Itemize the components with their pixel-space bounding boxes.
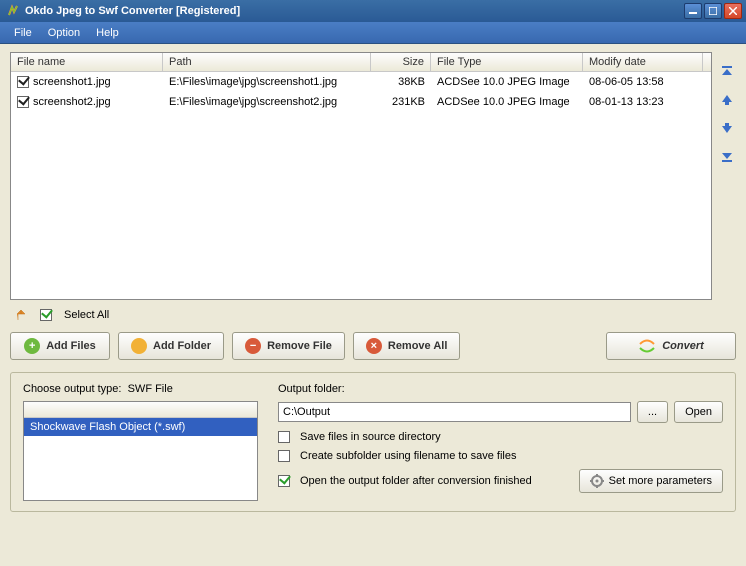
gear-icon xyxy=(590,474,604,488)
type-list-header xyxy=(24,402,257,418)
move-top-button[interactable] xyxy=(719,64,735,80)
minimize-button[interactable] xyxy=(684,3,702,19)
more-parameters-button[interactable]: Set more parameters xyxy=(579,469,723,493)
cell-type: ACDSee 10.0 JPEG Image xyxy=(431,74,583,90)
output-folder-label: Output folder: xyxy=(278,383,723,395)
open-folder-button[interactable]: Open xyxy=(674,401,723,423)
remove-file-button[interactable]: −Remove File xyxy=(232,332,345,360)
menu-help[interactable]: Help xyxy=(88,25,127,41)
cell-date: 08-01-13 13:23 xyxy=(583,94,703,110)
menu-file[interactable]: File xyxy=(6,25,40,41)
subfolder-label: Create subfolder using filename to save … xyxy=(300,450,516,462)
save-source-label: Save files in source directory xyxy=(300,431,441,443)
move-up-button[interactable] xyxy=(719,92,735,108)
convert-icon xyxy=(638,339,656,353)
move-down-button[interactable] xyxy=(719,120,735,136)
menu-bar: File Option Help xyxy=(0,22,746,44)
reorder-buttons xyxy=(718,52,736,300)
close-button[interactable] xyxy=(724,3,742,19)
remove-all-button[interactable]: ×Remove All xyxy=(353,332,461,360)
title-bar: Okdo Jpeg to Swf Converter [Registered] xyxy=(0,0,746,22)
cell-name: screenshot2.jpg xyxy=(33,96,111,108)
add-files-button[interactable]: +Add Files xyxy=(10,332,110,360)
app-icon xyxy=(6,4,20,18)
cell-size: 38KB xyxy=(371,74,431,90)
cell-type: ACDSee 10.0 JPEG Image xyxy=(431,94,583,110)
convert-button[interactable]: Convert xyxy=(606,332,736,360)
col-size[interactable]: Size xyxy=(371,53,431,71)
list-row[interactable]: screenshot2.jpg E:\Files\image\jpg\scree… xyxy=(11,92,711,112)
subfolder-checkbox[interactable] xyxy=(278,450,290,462)
output-type-list[interactable]: Shockwave Flash Object (*.swf) xyxy=(23,401,258,501)
open-after-label: Open the output folder after conversion … xyxy=(300,475,532,487)
type-list-item[interactable]: Shockwave Flash Object (*.swf) xyxy=(24,418,257,436)
col-name[interactable]: File name xyxy=(11,53,163,71)
file-list[interactable]: File name Path Size File Type Modify dat… xyxy=(10,52,712,300)
select-all-label: Select All xyxy=(64,309,109,321)
browse-button[interactable]: ... xyxy=(637,401,668,423)
open-after-checkbox[interactable] xyxy=(278,475,290,487)
cell-path: E:\Files\image\jpg\screenshot1.jpg xyxy=(163,74,371,90)
menu-option[interactable]: Option xyxy=(40,25,88,41)
list-header: File name Path Size File Type Modify dat… xyxy=(11,53,711,72)
cell-name: screenshot1.jpg xyxy=(33,76,111,88)
cell-path: E:\Files\image\jpg\screenshot2.jpg xyxy=(163,94,371,110)
col-path[interactable]: Path xyxy=(163,53,371,71)
output-folder-input[interactable] xyxy=(278,402,631,422)
plus-icon: + xyxy=(24,338,40,354)
row-checkbox[interactable] xyxy=(17,96,29,108)
move-bottom-button[interactable] xyxy=(719,148,735,164)
maximize-button[interactable] xyxy=(704,3,722,19)
list-row[interactable]: screenshot1.jpg E:\Files\image\jpg\scree… xyxy=(11,72,711,92)
window-title: Okdo Jpeg to Swf Converter [Registered] xyxy=(25,5,682,17)
x-icon: × xyxy=(366,338,382,354)
col-date[interactable]: Modify date xyxy=(583,53,703,71)
level-up-icon[interactable] xyxy=(16,308,32,322)
folder-icon xyxy=(131,338,147,354)
save-source-checkbox[interactable] xyxy=(278,431,290,443)
col-type[interactable]: File Type xyxy=(431,53,583,71)
add-folder-button[interactable]: Add Folder xyxy=(118,332,224,360)
minus-icon: − xyxy=(245,338,261,354)
select-all-checkbox[interactable] xyxy=(40,309,52,321)
cell-size: 231KB xyxy=(371,94,431,110)
output-type-label: Choose output type: SWF File xyxy=(23,383,258,395)
row-checkbox[interactable] xyxy=(17,76,29,88)
cell-date: 08-06-05 13:58 xyxy=(583,74,703,90)
